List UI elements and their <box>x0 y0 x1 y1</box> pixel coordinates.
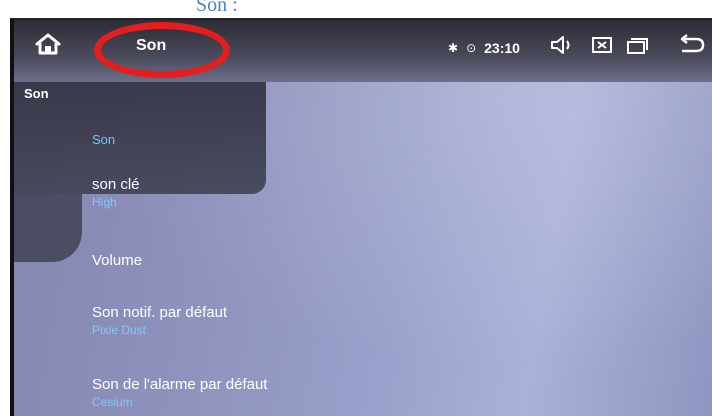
location-icon: ⊙ <box>466 41 477 55</box>
close-app-button[interactable] <box>588 33 616 57</box>
setting-title: Son de l'alarme par défaut <box>92 376 268 393</box>
bluetooth-icon: ✱ <box>448 41 459 55</box>
head-unit-screen: Son ✱ ⊙ 23:10 Son Son son clé High Volum… <box>10 18 712 416</box>
side-panel-shadow <box>14 194 82 262</box>
back-button[interactable] <box>678 33 706 57</box>
caption-text: Son : <box>196 0 238 16</box>
speaker-icon <box>551 36 570 54</box>
setting-item-volume[interactable]: Volume <box>92 252 512 269</box>
setting-item-son-cle[interactable]: son clé High <box>92 176 512 209</box>
back-icon <box>680 34 705 53</box>
setting-title: Son notif. par défaut <box>92 304 228 321</box>
status-indicators: ✱ ⊙ 23:10 <box>448 36 536 60</box>
sidebar-title: Son <box>24 86 49 101</box>
screen-title: Son <box>136 37 167 54</box>
setting-title: son clé <box>92 176 140 193</box>
recent-apps-button[interactable] <box>624 33 652 57</box>
setting-title: Volume <box>92 252 143 269</box>
recent-apps-icon <box>627 38 648 54</box>
setting-summary: Cesium <box>92 395 133 409</box>
category-header: Son <box>92 132 116 147</box>
status-bar: Son ✱ ⊙ 23:10 <box>14 20 712 82</box>
setting-summary: High <box>92 195 117 209</box>
home-button[interactable] <box>34 32 62 56</box>
setting-item-alarm-sound[interactable]: Son de l'alarme par défaut Cesium <box>92 376 512 409</box>
close-box-icon <box>592 37 612 53</box>
home-icon <box>35 33 61 55</box>
clock: 23:10 <box>484 40 520 56</box>
setting-summary: Pixie Dust <box>92 323 147 337</box>
volume-button[interactable] <box>548 33 576 57</box>
setting-item-notification-sound[interactable]: Son notif. par défaut Pixie Dust <box>92 304 512 337</box>
